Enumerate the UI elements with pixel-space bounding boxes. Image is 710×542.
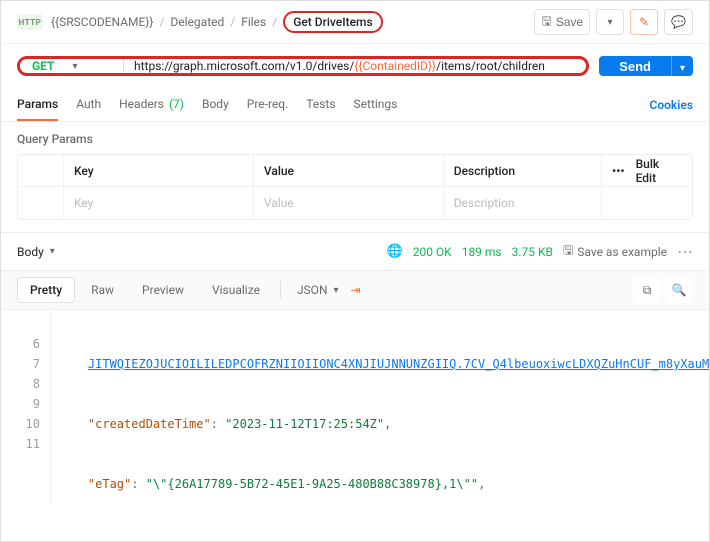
response-body-dropdown[interactable]: Body ▾ bbox=[17, 245, 55, 259]
view-pretty[interactable]: Pretty bbox=[17, 277, 75, 303]
code-content[interactable]: JITWQIEZOJUCIOILILEDPCOFRZNIIOIIONC4XNJI… bbox=[51, 310, 709, 505]
method-select[interactable]: GET ▾ bbox=[20, 59, 124, 73]
col-key: Key bbox=[64, 155, 254, 186]
status-code: 200 OK bbox=[413, 245, 452, 259]
response-bar: Body ▾ 🌐 200 OK 189 ms 3.75 KB 🖫 Save as… bbox=[1, 232, 709, 271]
url-input[interactable]: https://graph.microsoft.com/v1.0/drives/… bbox=[124, 59, 586, 73]
table-header-row: Key Value Description ••• Bulk Edit bbox=[18, 155, 692, 187]
tab-tests[interactable]: Tests bbox=[306, 88, 335, 121]
table-input-row[interactable]: Key Value Description bbox=[18, 187, 692, 219]
view-visualize[interactable]: Visualize bbox=[200, 278, 272, 302]
send-dropdown[interactable]: ▾ bbox=[671, 56, 693, 76]
breadcrumb-files[interactable]: Files bbox=[241, 15, 266, 29]
tab-auth[interactable]: Auth bbox=[76, 88, 101, 121]
search-icon[interactable]: 🔍 bbox=[665, 277, 693, 303]
key-input[interactable]: Key bbox=[64, 187, 254, 219]
request-tabs: Params Auth Headers (7) Body Pre-req. Te… bbox=[1, 88, 709, 122]
cookies-link[interactable]: Cookies bbox=[649, 98, 693, 112]
status-time: 189 ms bbox=[462, 245, 502, 259]
url-variable: {{ContainedID}} bbox=[354, 59, 436, 73]
http-method-badge: HTTP bbox=[17, 14, 43, 30]
save-icon: 🖫 bbox=[541, 12, 551, 33]
tab-settings[interactable]: Settings bbox=[354, 88, 398, 121]
save-as-example[interactable]: 🖫 Save as example bbox=[563, 241, 667, 262]
response-body: 6 7 8 9 10 11 JITWQIEZOJUCIOILILEDPCOFRZ… bbox=[1, 310, 709, 505]
method-label: GET bbox=[32, 59, 54, 73]
format-dropdown[interactable]: JSON ▾ bbox=[289, 279, 347, 301]
query-params-title: Query Params bbox=[1, 122, 709, 154]
chevron-down-icon: ▾ bbox=[334, 285, 339, 296]
copy-icon[interactable]: ⧉ bbox=[633, 277, 661, 303]
comment-button[interactable]: 💬 bbox=[664, 9, 693, 35]
save-button[interactable]: 🖫 Save bbox=[534, 9, 590, 35]
breadcrumb-delegated[interactable]: Delegated bbox=[170, 15, 224, 29]
save-dropdown[interactable]: ▾ bbox=[596, 9, 624, 35]
response-view-tabs: Pretty Raw Preview Visualize JSON ▾ ⇥ ⧉ … bbox=[1, 271, 709, 310]
save-icon: 🖫 bbox=[563, 241, 573, 262]
breadcrumb: {{SRSCODENAME}} / Delegated / Files / Ge… bbox=[51, 11, 383, 33]
tab-body[interactable]: Body bbox=[202, 88, 229, 121]
description-input[interactable]: Description bbox=[444, 187, 602, 219]
breadcrumb-srs[interactable]: {{SRSCODENAME}} bbox=[51, 15, 153, 29]
tab-params[interactable]: Params bbox=[17, 88, 58, 121]
view-raw[interactable]: Raw bbox=[79, 278, 126, 302]
comment-icon: 💬 bbox=[671, 15, 686, 29]
col-description: Description bbox=[444, 155, 602, 186]
request-row: GET ▾ https://graph.microsoft.com/v1.0/d… bbox=[1, 44, 709, 88]
params-table: Key Value Description ••• Bulk Edit Key … bbox=[17, 154, 693, 220]
share-button[interactable]: ✎ bbox=[630, 9, 658, 35]
col-value: Value bbox=[254, 155, 444, 186]
chevron-down-icon: ▾ bbox=[72, 61, 77, 72]
breadcrumb-bar: HTTP {{SRSCODENAME}} / Delegated / Files… bbox=[1, 1, 709, 44]
network-icon[interactable]: 🌐 bbox=[387, 244, 403, 259]
send-button-group: Send ▾ bbox=[599, 56, 693, 76]
chevron-down-icon: ▾ bbox=[50, 246, 55, 257]
request-box: GET ▾ https://graph.microsoft.com/v1.0/d… bbox=[17, 56, 589, 76]
send-button[interactable]: Send bbox=[599, 56, 671, 76]
status-size: 3.75 KB bbox=[512, 245, 553, 259]
share-icon: ✎ bbox=[639, 15, 649, 29]
view-preview[interactable]: Preview bbox=[130, 278, 196, 302]
tab-headers[interactable]: Headers (7) bbox=[119, 88, 184, 121]
more-actions[interactable]: ⋯ bbox=[677, 242, 693, 261]
tab-prereq[interactable]: Pre-req. bbox=[247, 88, 289, 121]
line-wrap-icon[interactable]: ⇥ bbox=[351, 283, 361, 297]
bulk-edit-link[interactable]: ••• Bulk Edit bbox=[602, 155, 692, 186]
breadcrumb-current: Get DriveItems bbox=[283, 11, 382, 33]
line-gutter: 6 7 8 9 10 11 bbox=[1, 310, 51, 505]
value-input[interactable]: Value bbox=[254, 187, 444, 219]
